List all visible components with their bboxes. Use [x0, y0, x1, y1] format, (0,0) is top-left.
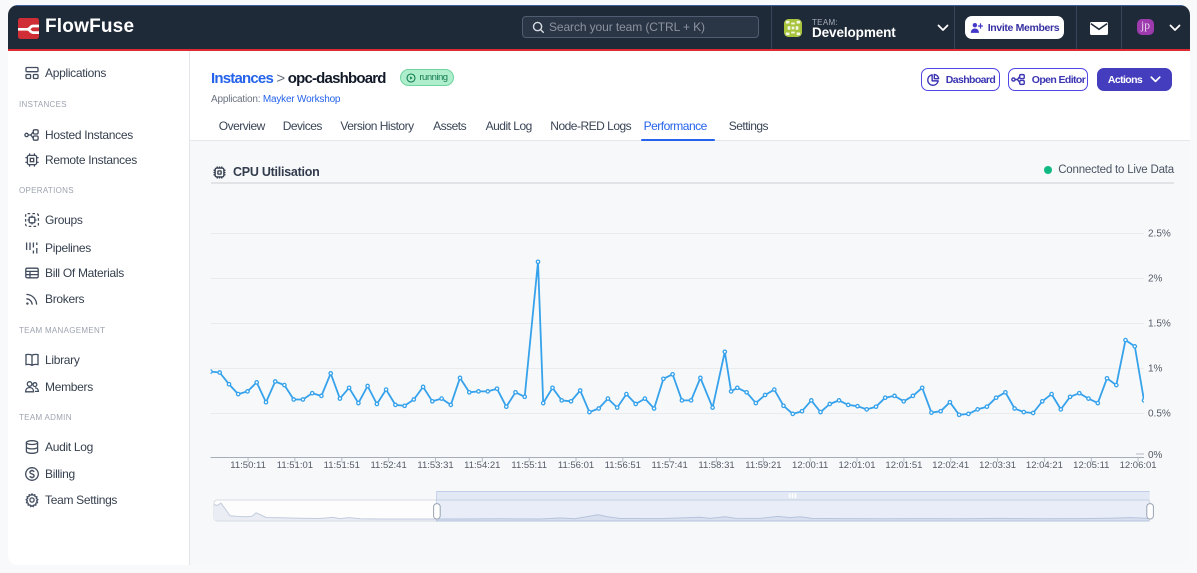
svg-text:11:53:31: 11:53:31 — [417, 460, 453, 471]
svg-text:11:51:01: 11:51:01 — [277, 460, 313, 471]
svg-text:12:02:41: 12:02:41 — [932, 460, 969, 471]
svg-text:0.5%: 0.5% — [1148, 409, 1171, 420]
svg-text:12:00:11: 12:00:11 — [792, 460, 828, 471]
svg-text:11:55:11: 11:55:11 — [511, 460, 547, 471]
svg-text:2%: 2% — [1148, 274, 1163, 285]
svg-text:11:57:41: 11:57:41 — [652, 460, 688, 471]
svg-text:1.5%: 1.5% — [1148, 319, 1171, 330]
svg-text:11:50:11: 11:50:11 — [230, 460, 266, 471]
svg-text:12:03:31: 12:03:31 — [979, 460, 1016, 471]
svg-text:11:51:51: 11:51:51 — [324, 460, 360, 471]
svg-text:11:59:21: 11:59:21 — [745, 460, 781, 471]
svg-text:11:58:31: 11:58:31 — [698, 460, 734, 471]
svg-text:12:05:11: 12:05:11 — [1073, 460, 1109, 471]
svg-text:12:06:01: 12:06:01 — [1120, 460, 1157, 471]
svg-text:2.5%: 2.5% — [1148, 229, 1171, 240]
svg-text:11:54:21: 11:54:21 — [464, 460, 500, 471]
svg-text:11:56:01: 11:56:01 — [558, 460, 594, 471]
svg-text:11:52:41: 11:52:41 — [370, 460, 406, 471]
svg-text:12:04:21: 12:04:21 — [1026, 460, 1063, 471]
svg-text:12:01:51: 12:01:51 — [885, 460, 922, 471]
svg-text:12:01:01: 12:01:01 — [839, 460, 876, 471]
svg-text:11:56:51: 11:56:51 — [605, 460, 641, 471]
svg-text:1%: 1% — [1148, 364, 1163, 375]
